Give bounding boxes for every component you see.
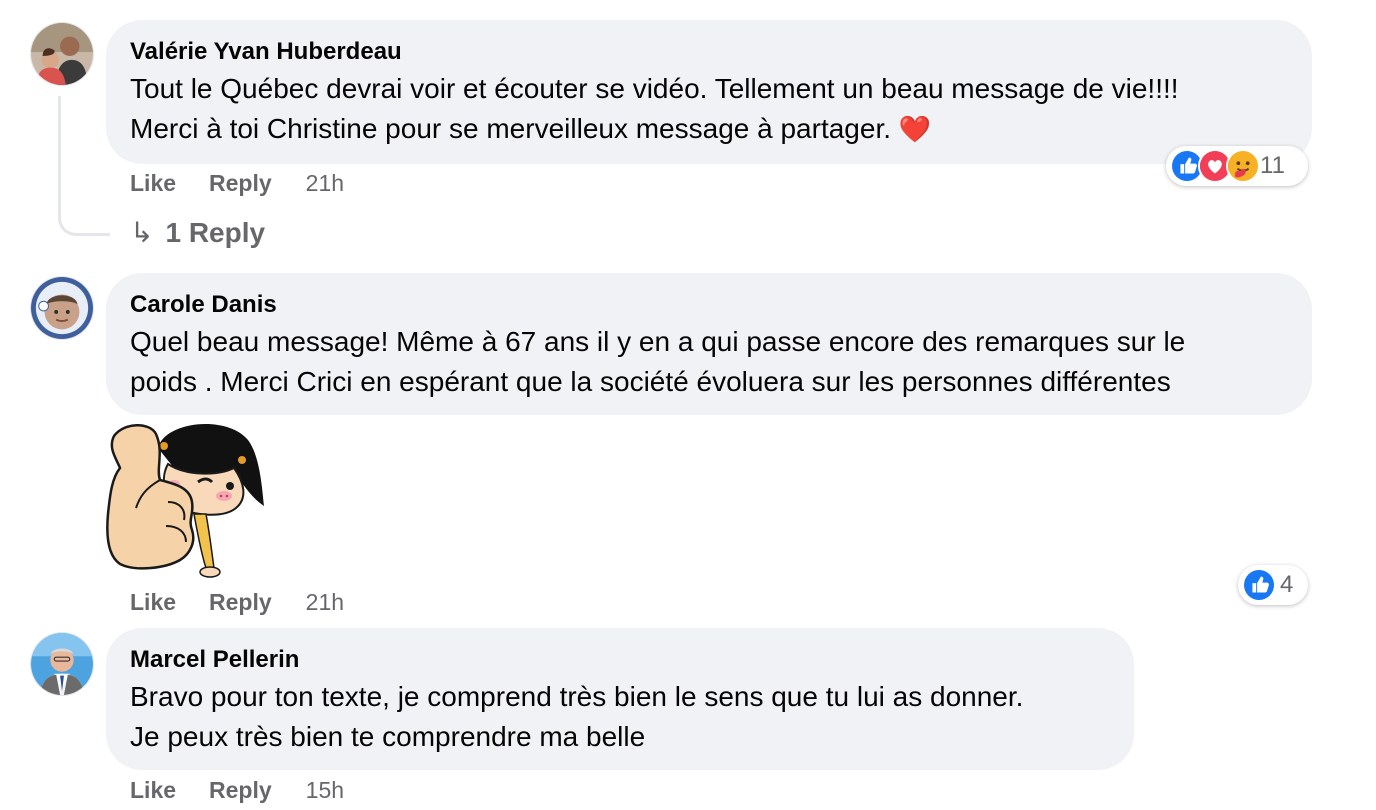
reply-thread-line	[58, 96, 110, 236]
comment-actions: Like Reply 15h	[130, 775, 344, 805]
comment-bubble: Carole Danis Quel beau message! Même à 6…	[106, 273, 1312, 415]
comment-timestamp[interactable]: 15h	[306, 775, 344, 805]
avatar[interactable]	[30, 632, 94, 696]
view-replies-link[interactable]: ↳ 1 Reply	[130, 214, 265, 252]
view-replies-label: 1 Reply	[165, 217, 266, 248]
like-button[interactable]: Like	[130, 775, 176, 805]
comment-text-line: Tout le Québec devrai voir et écouter se…	[130, 73, 1179, 104]
reaction-count: 4	[1280, 571, 1294, 598]
red-heart-emoji: ❤️	[898, 115, 932, 145]
comment-actions: Like Reply 21h	[130, 168, 344, 198]
like-button[interactable]: Like	[130, 587, 176, 617]
comment-author[interactable]: Marcel Pellerin	[130, 643, 1110, 677]
comment-text-line: Merci à toi Christine pour se merveilleu…	[130, 109, 1288, 150]
like-icon	[1242, 568, 1276, 602]
comment-bubble: Marcel Pellerin Bravo pour ton texte, je…	[106, 628, 1134, 770]
comment-text-line: poids . Merci Crici en espérant que la s…	[130, 366, 1171, 397]
avatar[interactable]	[30, 276, 94, 340]
reactions-summary[interactable]: 11	[1166, 146, 1308, 186]
reactions-summary[interactable]: 4	[1238, 565, 1308, 605]
comment-actions: Like Reply 21h	[130, 587, 344, 617]
reply-button[interactable]: Reply	[209, 168, 272, 198]
comment-author[interactable]: Valérie Yvan Huberdeau	[130, 35, 1288, 69]
avatar[interactable]	[30, 22, 94, 86]
comment-author[interactable]: Carole Danis	[130, 288, 1288, 322]
reply-button[interactable]: Reply	[209, 587, 272, 617]
reply-button[interactable]: Reply	[209, 775, 272, 805]
comment-text-line: Quel beau message! Même à 67 ans il y en…	[130, 326, 1186, 357]
comment-text: Merci à toi Christine pour se merveilleu…	[130, 113, 899, 144]
comment-text-line: Je peux très bien te comprendre ma belle	[130, 721, 646, 752]
comment-bubble: Valérie Yvan Huberdeau Tout le Québec de…	[106, 20, 1312, 164]
comment-timestamp[interactable]: 21h	[306, 587, 344, 617]
reaction-count: 11	[1260, 152, 1285, 179]
comment-text-line: Bravo pour ton texte, je comprend très b…	[130, 681, 1024, 712]
care-icon	[1226, 149, 1260, 183]
thumbs-up-girl-sticker[interactable]	[106, 418, 266, 578]
comment-timestamp[interactable]: 21h	[306, 168, 344, 198]
reply-arrow-icon: ↳	[130, 216, 154, 249]
like-button[interactable]: Like	[130, 168, 176, 198]
